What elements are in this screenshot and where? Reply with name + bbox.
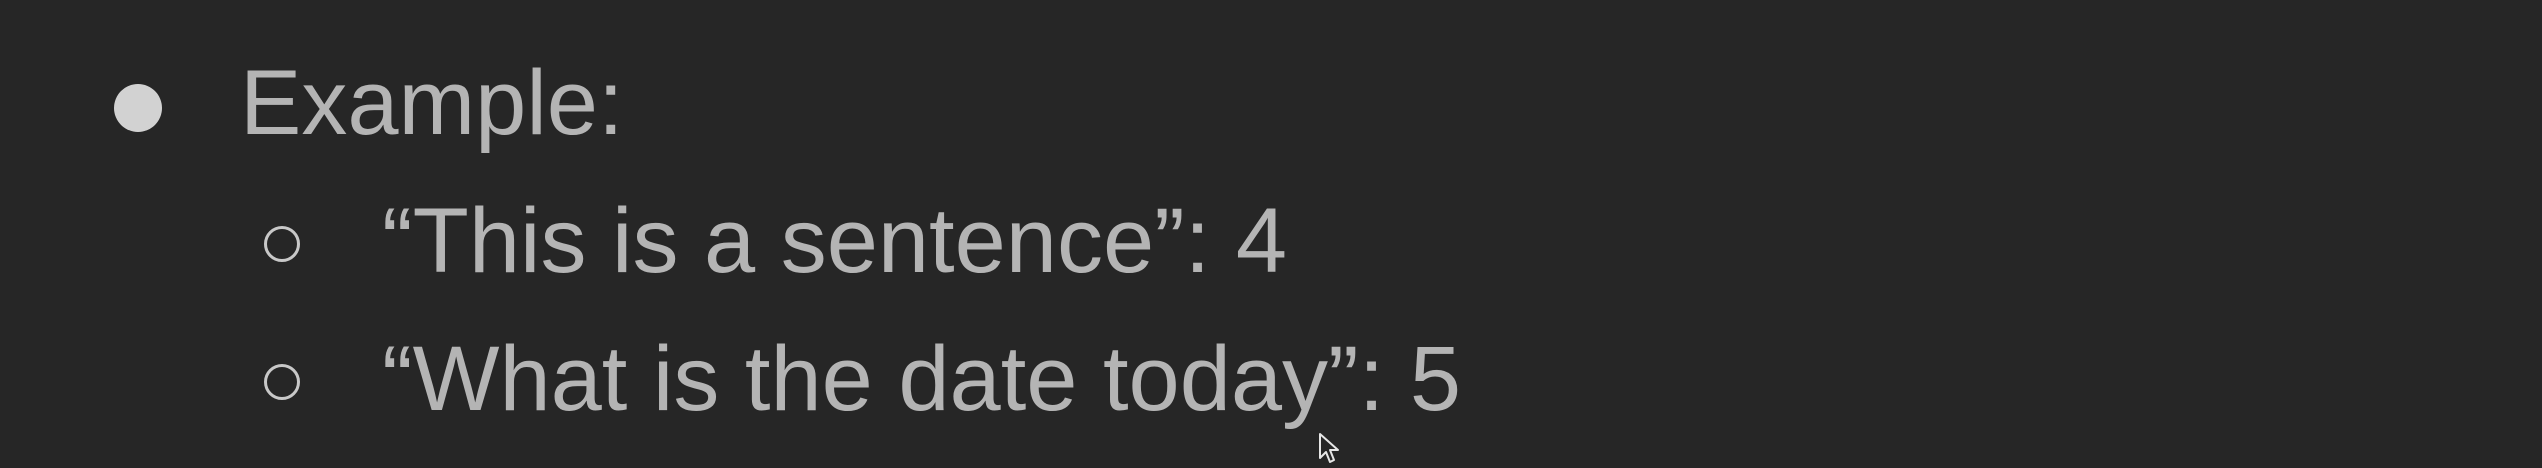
sub-item-date-example: “What is the date today”: 5 <box>382 328 1461 430</box>
filled-bullet-icon <box>114 84 162 132</box>
mouse-pointer-icon <box>1319 433 1339 463</box>
sub-item-sentence-example: “This is a sentence”: 4 <box>382 190 1288 292</box>
hollow-bullet-icon <box>264 226 300 262</box>
example-heading: Example: <box>240 52 624 154</box>
slide: Example: “This is a sentence”: 4 “What i… <box>0 0 2542 468</box>
hollow-bullet-icon <box>264 364 300 400</box>
